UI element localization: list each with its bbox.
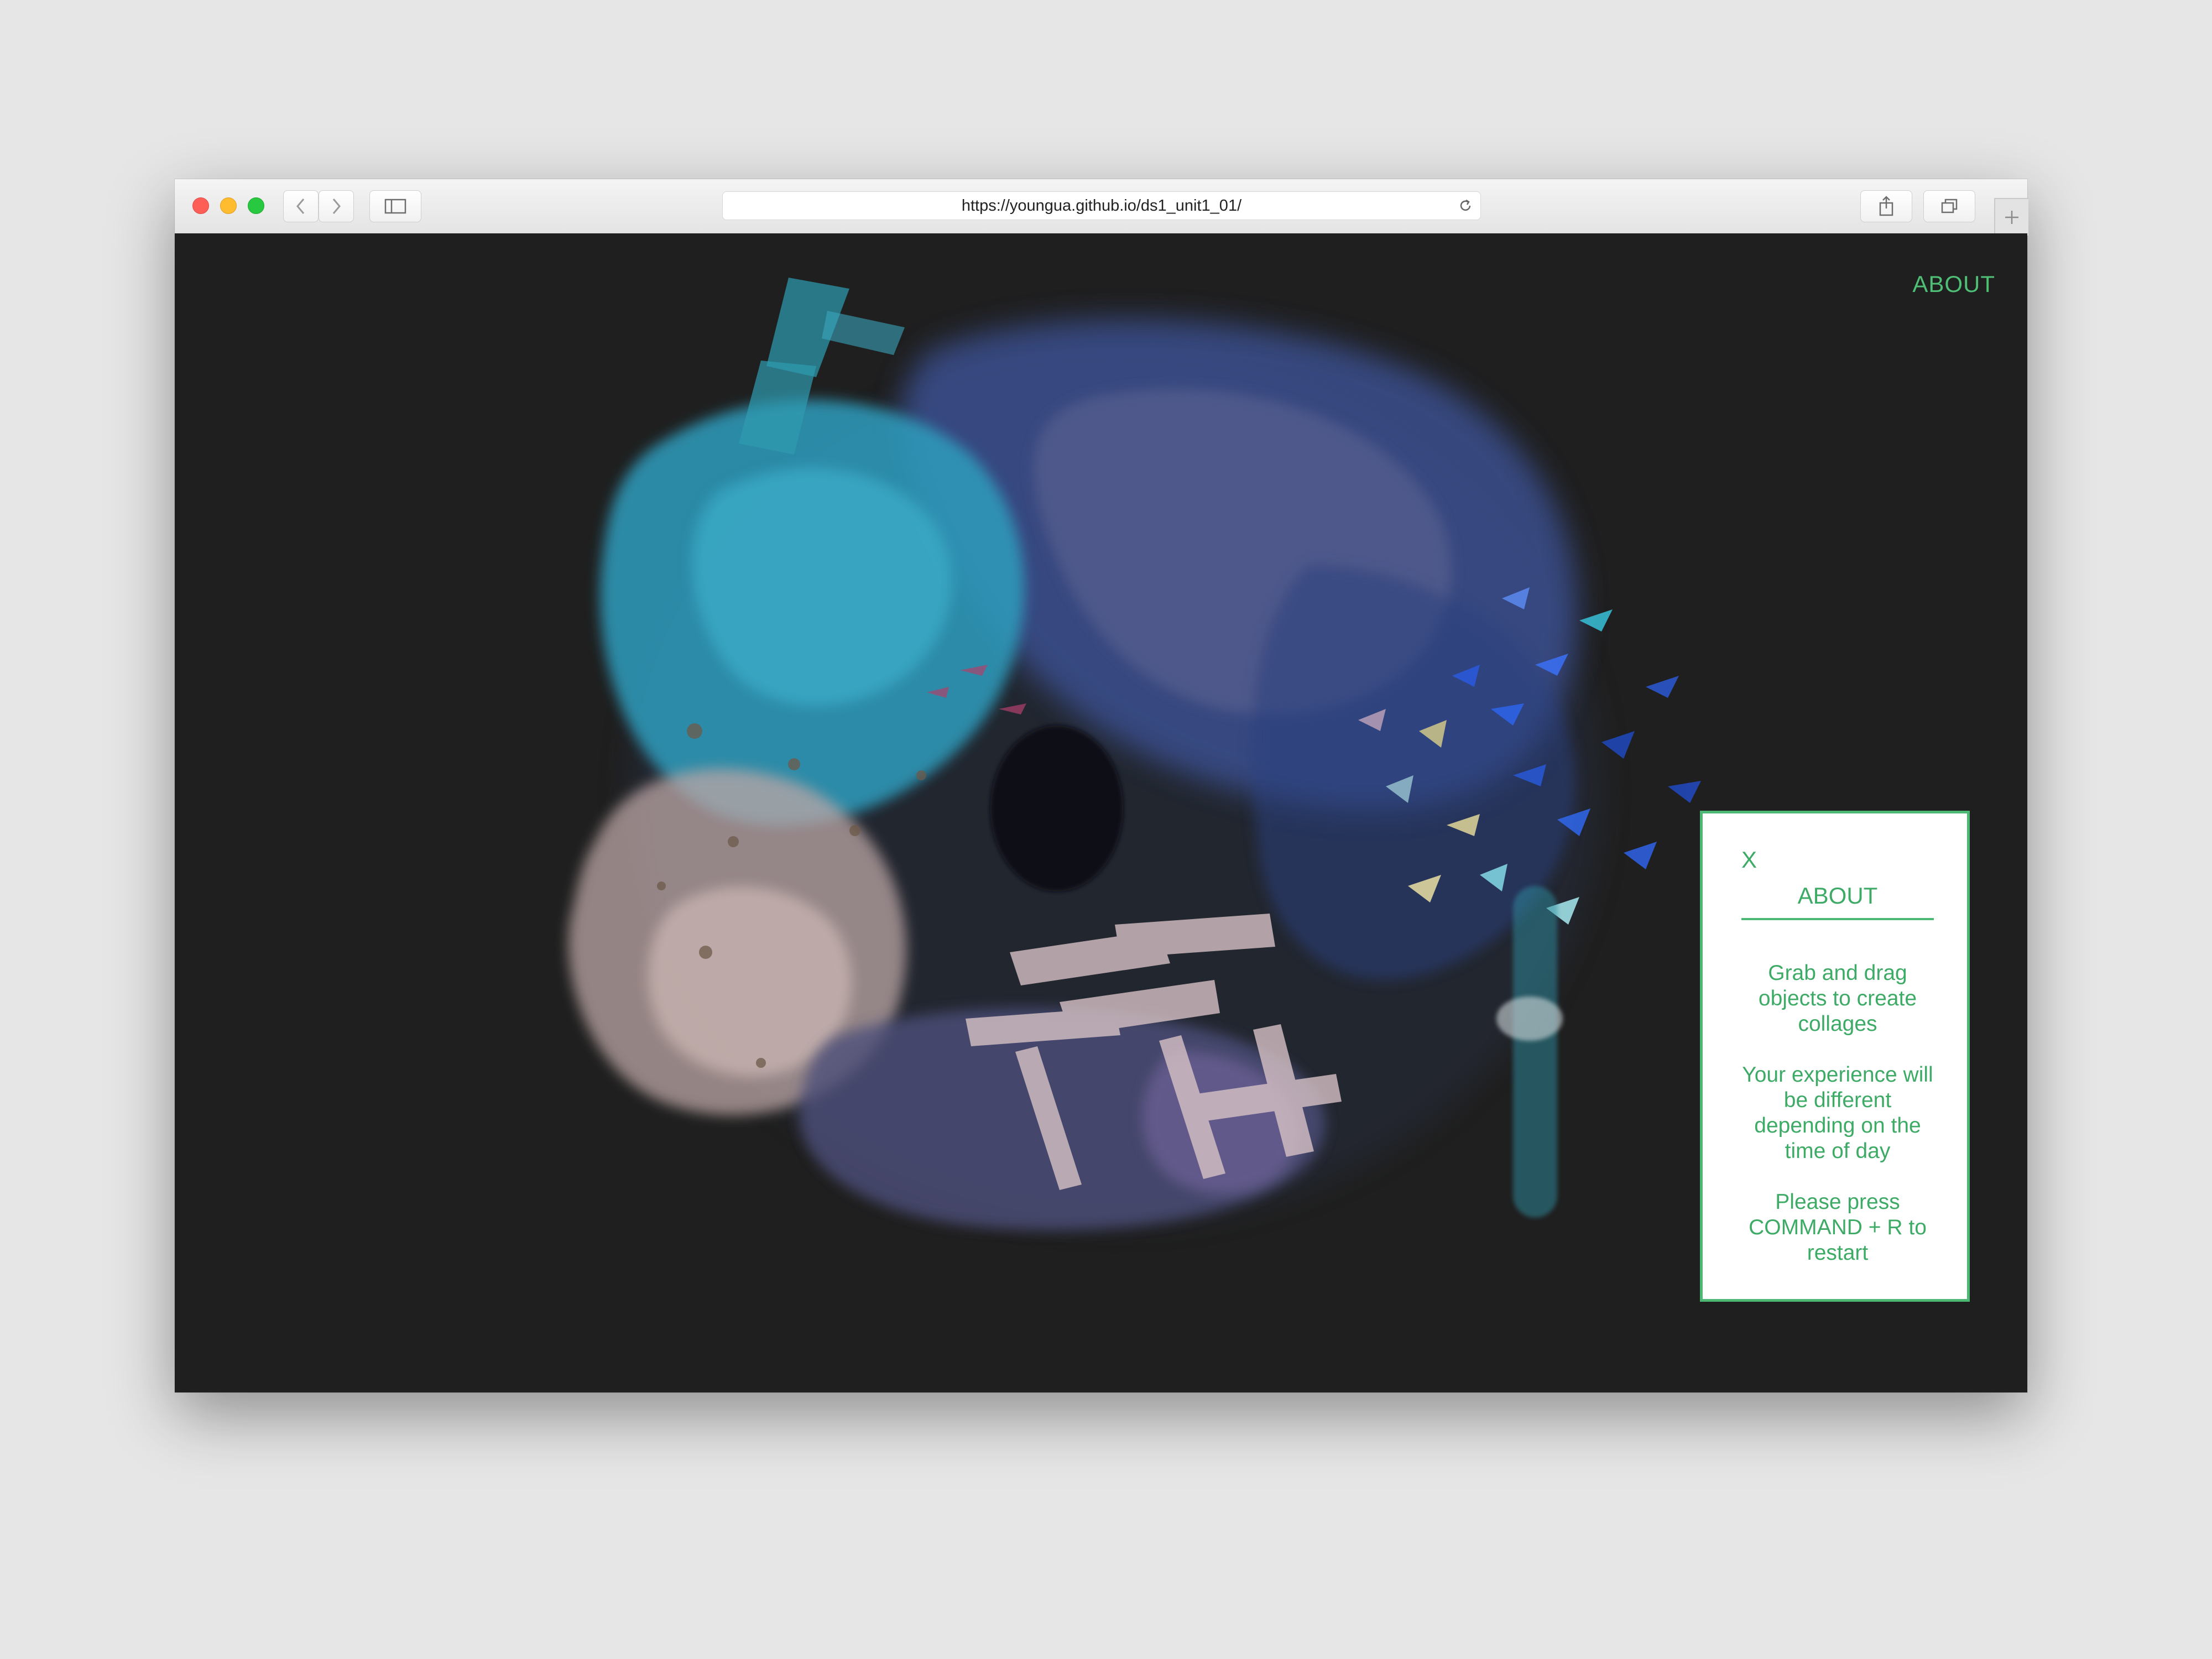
tabs-overview-button[interactable] [1923, 190, 1975, 222]
forward-button[interactable] [319, 190, 354, 222]
about-panel: X ABOUT Grab and drag objects to create … [1700, 811, 1970, 1302]
chevron-right-icon [332, 199, 341, 214]
url-text: https://youngua.github.io/ds1_unit1_01/ [961, 197, 1242, 215]
about-link[interactable]: ABOUT [1912, 271, 1995, 298]
browser-window: https://youngua.github.io/ds1_unit1_01/ [175, 179, 2028, 1392]
share-icon [1879, 196, 1893, 216]
chevron-left-icon [296, 199, 305, 214]
address-bar[interactable]: https://youngua.github.io/ds1_unit1_01/ [722, 191, 1481, 220]
about-paragraph-restart: Please press COMMAND + R to restart [1749, 1190, 1927, 1265]
about-paragraph-time: Your experience will be different depend… [1742, 1063, 1933, 1163]
new-tab-button[interactable] [1994, 198, 2028, 236]
plus-icon [2005, 211, 2018, 224]
sidebar-icon [384, 199, 406, 214]
browser-toolbar: https://youngua.github.io/ds1_unit1_01/ [175, 179, 2028, 236]
about-panel-title: ABOUT [1741, 883, 1934, 920]
page-content: ABOUT X ABOUT Grab and drag objects to c… [175, 233, 2027, 1392]
tabs-overview-icon [1941, 199, 1958, 213]
close-about-button[interactable]: X [1741, 847, 1757, 873]
close-window-button[interactable] [192, 197, 209, 214]
minimize-window-button[interactable] [220, 197, 237, 214]
zoom-window-button[interactable] [248, 197, 264, 214]
share-button[interactable] [1860, 190, 1912, 222]
back-button[interactable] [283, 190, 319, 222]
reload-icon[interactable] [1457, 197, 1474, 214]
sidebar-toggle-button[interactable] [369, 190, 421, 222]
about-paragraph-grab: Grab and drag objects to create collages [1758, 961, 1917, 1036]
